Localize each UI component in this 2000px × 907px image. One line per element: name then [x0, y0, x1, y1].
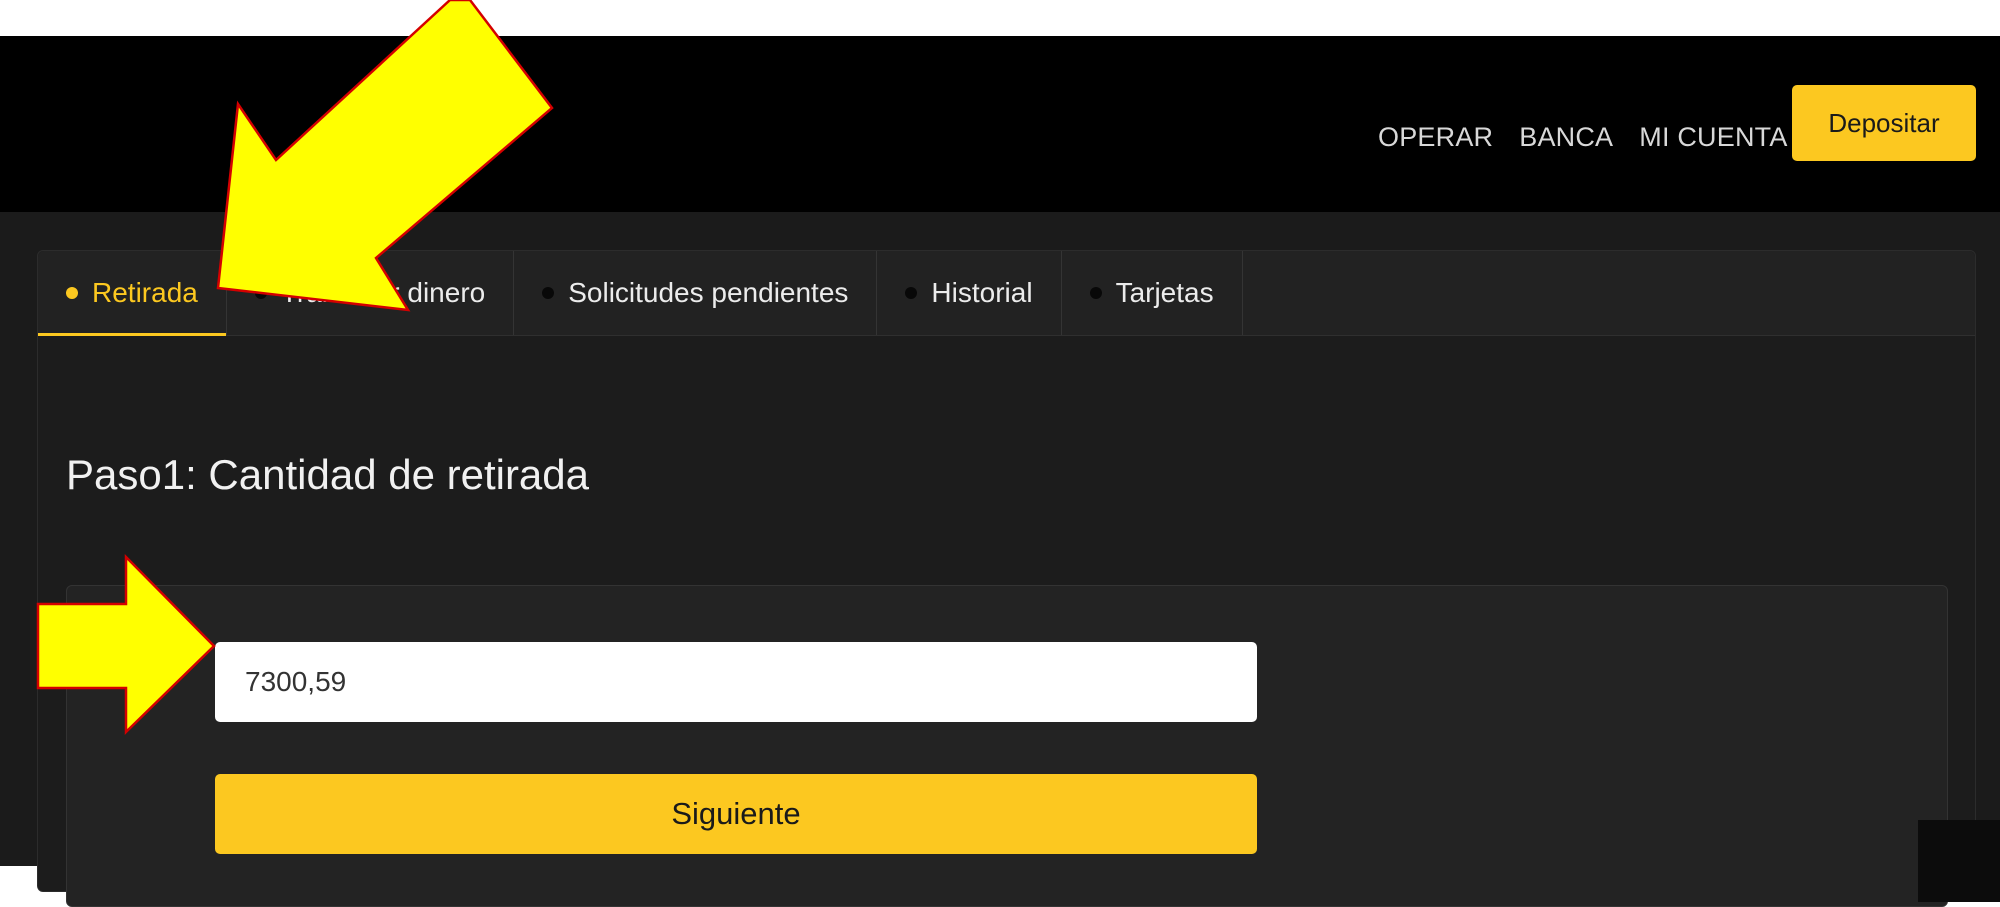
dot-icon — [1089, 287, 1102, 299]
dot-icon — [254, 287, 267, 299]
nav-link-mi-cuenta[interactable]: MI CUENTA — [1639, 122, 1787, 153]
withdrawal-panel: Retirada Transferir dinero Solicitudes p… — [37, 250, 1976, 907]
nav-link-operar[interactable]: OPERAR — [1378, 122, 1493, 153]
step-title: Paso1: Cantidad de retirada — [66, 451, 590, 498]
tab-transferir-dinero[interactable]: Transferir dinero — [227, 251, 515, 335]
tab-bar: Retirada Transferir dinero Solicitudes p… — [38, 251, 1975, 336]
tab-tarjetas[interactable]: Tarjetas — [1062, 251, 1243, 335]
next-button[interactable]: Siguiente — [215, 774, 1257, 854]
tab-label: Retirada — [92, 277, 198, 308]
tab-retirada[interactable]: Retirada — [38, 251, 227, 336]
tab-solicitudes-pendientes[interactable]: Solicitudes pendientes — [514, 251, 878, 335]
top-nav: OPERAR BANCA MI CUENTA — [1378, 106, 1814, 168]
amount-form-card: Siguiente — [66, 585, 1948, 907]
dot-icon — [542, 287, 555, 299]
amount-input[interactable] — [215, 642, 1257, 722]
tab-label: Transferir dinero — [280, 277, 486, 308]
active-dot-icon — [66, 287, 78, 299]
nav-link-banca[interactable]: BANCA — [1519, 122, 1613, 153]
app-window: OPERAR BANCA MI CUENTA Depositar Retirad… — [0, 36, 2000, 907]
corner-widget — [1918, 820, 2000, 902]
tab-label: Historial — [931, 277, 1033, 308]
deposit-button[interactable]: Depositar — [1792, 85, 1976, 161]
tab-label: Tarjetas — [1115, 277, 1214, 308]
dot-icon — [905, 287, 918, 299]
tab-label: Solicitudes pendientes — [568, 277, 849, 308]
top-bar: OPERAR BANCA MI CUENTA Depositar — [0, 36, 2000, 212]
tab-historial[interactable]: Historial — [877, 251, 1062, 335]
